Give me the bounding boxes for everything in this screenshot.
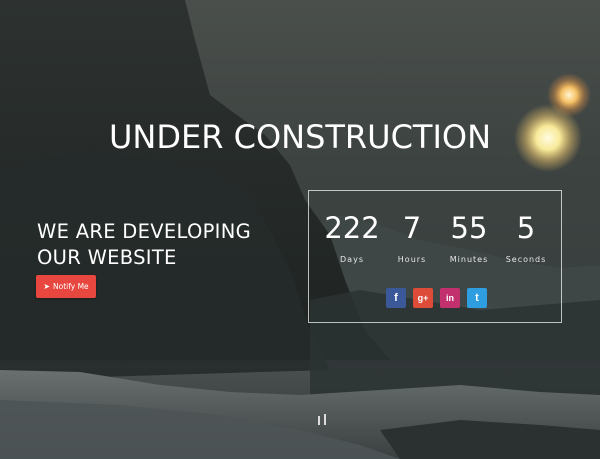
seconds-label: Seconds	[505, 255, 547, 264]
minutes-value: 55	[450, 211, 488, 245]
tagline-line-2: OUR WEBSITE	[37, 246, 177, 269]
countdown-minutes: 55 Minutes	[439, 211, 499, 264]
hero-background: UNDER CONSTRUCTION WE ARE DEVELOPING OUR…	[0, 0, 600, 459]
countdown-panel: 222 Days 7 Hours 55 Minutes 5 Seconds f …	[308, 190, 562, 323]
page-title: UNDER CONSTRUCTION	[108, 118, 492, 156]
facebook-icon[interactable]: f	[386, 288, 406, 308]
countdown-days: 222 Days	[322, 211, 382, 264]
linkedin-icon[interactable]: in	[440, 288, 460, 308]
countdown-seconds: 5 Seconds	[496, 211, 556, 264]
seconds-value: 5	[516, 211, 536, 245]
notify-me-button[interactable]: ➤ Notify Me	[36, 275, 96, 298]
tagline-line-1: WE ARE DEVELOPING	[37, 220, 252, 243]
days-label: Days	[340, 255, 364, 264]
hours-label: Hours	[397, 255, 427, 264]
hours-value: 7	[402, 211, 422, 245]
paper-plane-icon: ➤	[43, 281, 51, 291]
tagline: WE ARE DEVELOPING OUR WEBSITE	[37, 219, 251, 271]
countdown-hours: 7 Hours	[382, 211, 442, 264]
minutes-label: Minutes	[449, 255, 489, 264]
days-value: 222	[324, 211, 380, 245]
google-plus-icon[interactable]: g+	[413, 288, 433, 308]
twitter-icon[interactable]: t	[467, 288, 487, 308]
notify-me-label: Notify Me	[53, 282, 89, 291]
